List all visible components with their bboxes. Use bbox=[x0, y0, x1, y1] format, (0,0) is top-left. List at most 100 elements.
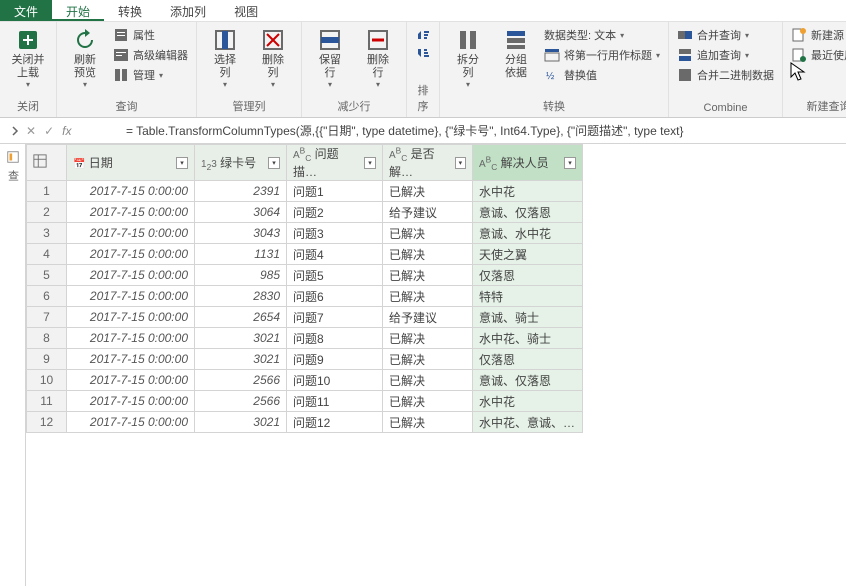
table-row[interactable]: 62017-7-15 0:00:002830问题6已解决特特 bbox=[27, 286, 583, 307]
cell-solved[interactable]: 给予建议 bbox=[383, 307, 473, 328]
row-number[interactable]: 1 bbox=[27, 181, 67, 202]
group-by-button[interactable]: 分组 依据 bbox=[494, 24, 538, 80]
tab-view[interactable]: 视图 bbox=[220, 0, 272, 21]
cell-desc[interactable]: 问题8 bbox=[287, 328, 383, 349]
cell-desc[interactable]: 问题7 bbox=[287, 307, 383, 328]
cell-person[interactable]: 水中花 bbox=[473, 181, 583, 202]
select-columns-button[interactable]: 选择 列 ▾ bbox=[203, 24, 247, 89]
refresh-preview-button[interactable]: 刷新 预览 ▾ bbox=[63, 24, 107, 89]
queries-pane-toggle[interactable] bbox=[4, 126, 26, 136]
column-header-person[interactable]: ABC 解决人员▾ bbox=[473, 145, 583, 181]
filter-dropdown-icon[interactable]: ▾ bbox=[455, 157, 466, 169]
cell-solved[interactable]: 已解决 bbox=[383, 328, 473, 349]
cell-card[interactable]: 2566 bbox=[195, 391, 287, 412]
row-number[interactable]: 8 bbox=[27, 328, 67, 349]
cell-person[interactable]: 意诚、仅落恩 bbox=[473, 202, 583, 223]
cell-card[interactable]: 3021 bbox=[195, 412, 287, 433]
recent-sources-button[interactable]: 最近使用的 bbox=[789, 46, 846, 64]
new-source-button[interactable]: 新建源▾ bbox=[789, 26, 846, 44]
row-number[interactable]: 9 bbox=[27, 349, 67, 370]
cell-card[interactable]: 3021 bbox=[195, 349, 287, 370]
cell-person[interactable]: 意诚、骑士 bbox=[473, 307, 583, 328]
cell-card[interactable]: 3021 bbox=[195, 328, 287, 349]
cell-solved[interactable]: 已解决 bbox=[383, 349, 473, 370]
cell-desc[interactable]: 问题3 bbox=[287, 223, 383, 244]
cell-solved[interactable]: 已解决 bbox=[383, 181, 473, 202]
table-row[interactable]: 52017-7-15 0:00:00985问题5已解决仅落恩 bbox=[27, 265, 583, 286]
cell-date[interactable]: 2017-7-15 0:00:00 bbox=[67, 349, 195, 370]
tab-addcolumn[interactable]: 添加列 bbox=[156, 0, 220, 21]
cell-solved[interactable]: 给予建议 bbox=[383, 202, 473, 223]
table-row[interactable]: 122017-7-15 0:00:003021问题12已解决水中花、意诚、… bbox=[27, 412, 583, 433]
row-number[interactable]: 12 bbox=[27, 412, 67, 433]
sort-desc-button[interactable] bbox=[413, 44, 433, 62]
table-row[interactable]: 92017-7-15 0:00:003021问题9已解决仅落恩 bbox=[27, 349, 583, 370]
cell-card[interactable]: 2654 bbox=[195, 307, 287, 328]
row-number[interactable]: 7 bbox=[27, 307, 67, 328]
cell-desc[interactable]: 问题11 bbox=[287, 391, 383, 412]
cell-solved[interactable]: 已解决 bbox=[383, 244, 473, 265]
cell-date[interactable]: 2017-7-15 0:00:00 bbox=[67, 412, 195, 433]
cell-date[interactable]: 2017-7-15 0:00:00 bbox=[67, 328, 195, 349]
cell-date[interactable]: 2017-7-15 0:00:00 bbox=[67, 370, 195, 391]
cell-person[interactable]: 水中花 bbox=[473, 391, 583, 412]
table-row[interactable]: 22017-7-15 0:00:003064问题2给予建议意诚、仅落恩 bbox=[27, 202, 583, 223]
table-row[interactable]: 32017-7-15 0:00:003043问题3已解决意诚、水中花 bbox=[27, 223, 583, 244]
close-load-button[interactable]: 关闭并 上载 ▾ bbox=[6, 24, 50, 89]
cell-card[interactable]: 3064 bbox=[195, 202, 287, 223]
table-row[interactable]: 82017-7-15 0:00:003021问题8已解决水中花、骑士 bbox=[27, 328, 583, 349]
cell-solved[interactable]: 已解决 bbox=[383, 265, 473, 286]
table-row[interactable]: 42017-7-15 0:00:001131问题4已解决天使之翼 bbox=[27, 244, 583, 265]
file-tab[interactable]: 文件 bbox=[0, 0, 52, 21]
column-header-card[interactable]: 123 绿卡号▾ bbox=[195, 145, 287, 181]
cell-person[interactable]: 水中花、骑士 bbox=[473, 328, 583, 349]
append-queries-button[interactable]: 追加查询▾ bbox=[675, 46, 776, 64]
filter-dropdown-icon[interactable]: ▾ bbox=[176, 157, 188, 169]
cell-card[interactable]: 985 bbox=[195, 265, 287, 286]
row-number[interactable]: 5 bbox=[27, 265, 67, 286]
keep-rows-button[interactable]: 保留 行 ▾ bbox=[308, 24, 352, 89]
cell-card[interactable]: 2566 bbox=[195, 370, 287, 391]
cell-card[interactable]: 1131 bbox=[195, 244, 287, 265]
table-row[interactable]: 72017-7-15 0:00:002654问题7给予建议意诚、骑士 bbox=[27, 307, 583, 328]
table-row[interactable]: 112017-7-15 0:00:002566问题11已解决水中花 bbox=[27, 391, 583, 412]
cell-date[interactable]: 2017-7-15 0:00:00 bbox=[67, 265, 195, 286]
cell-card[interactable]: 2830 bbox=[195, 286, 287, 307]
filter-dropdown-icon[interactable]: ▾ bbox=[364, 157, 376, 169]
cell-date[interactable]: 2017-7-15 0:00:00 bbox=[67, 307, 195, 328]
cell-solved[interactable]: 已解决 bbox=[383, 391, 473, 412]
replace-values-button[interactable]: ½ 替换值 bbox=[542, 66, 662, 84]
cell-date[interactable]: 2017-7-15 0:00:00 bbox=[67, 223, 195, 244]
column-header-date[interactable]: 📅 日期▾ bbox=[67, 145, 195, 181]
first-row-header-button[interactable]: 将第一行用作标题▾ bbox=[542, 46, 662, 64]
cell-desc[interactable]: 问题5 bbox=[287, 265, 383, 286]
row-number[interactable]: 2 bbox=[27, 202, 67, 223]
cell-date[interactable]: 2017-7-15 0:00:00 bbox=[67, 181, 195, 202]
cell-desc[interactable]: 问题1 bbox=[287, 181, 383, 202]
cell-date[interactable]: 2017-7-15 0:00:00 bbox=[67, 202, 195, 223]
row-number[interactable]: 10 bbox=[27, 370, 67, 391]
filter-dropdown-icon[interactable]: ▾ bbox=[268, 157, 280, 169]
sort-asc-button[interactable] bbox=[413, 26, 433, 44]
cell-person[interactable]: 意诚、仅落恩 bbox=[473, 370, 583, 391]
remove-columns-button[interactable]: 删除 列 ▾ bbox=[251, 24, 295, 89]
cell-date[interactable]: 2017-7-15 0:00:00 bbox=[67, 244, 195, 265]
remove-rows-button[interactable]: 删除 行 ▾ bbox=[356, 24, 400, 89]
cell-desc[interactable]: 问题2 bbox=[287, 202, 383, 223]
filter-dropdown-icon[interactable]: ▾ bbox=[564, 157, 576, 169]
split-column-button[interactable]: 拆分 列 ▾ bbox=[446, 24, 490, 89]
row-number[interactable]: 3 bbox=[27, 223, 67, 244]
cell-person[interactable]: 意诚、水中花 bbox=[473, 223, 583, 244]
table-corner[interactable] bbox=[27, 145, 67, 181]
table-row[interactable]: 102017-7-15 0:00:002566问题10已解决意诚、仅落恩 bbox=[27, 370, 583, 391]
row-number[interactable]: 11 bbox=[27, 391, 67, 412]
data-type-button[interactable]: 数据类型: 文本▾ bbox=[542, 26, 662, 44]
table-row[interactable]: 12017-7-15 0:00:002391问题1已解决水中花 bbox=[27, 181, 583, 202]
cell-person[interactable]: 仅落恩 bbox=[473, 349, 583, 370]
tab-home[interactable]: 开始 bbox=[52, 0, 104, 21]
commit-formula-button[interactable]: ✓ bbox=[44, 124, 54, 138]
merge-queries-button[interactable]: 合并查询▾ bbox=[675, 26, 776, 44]
cell-desc[interactable]: 问题12 bbox=[287, 412, 383, 433]
cell-solved[interactable]: 已解决 bbox=[383, 370, 473, 391]
tab-transform[interactable]: 转换 bbox=[104, 0, 156, 21]
